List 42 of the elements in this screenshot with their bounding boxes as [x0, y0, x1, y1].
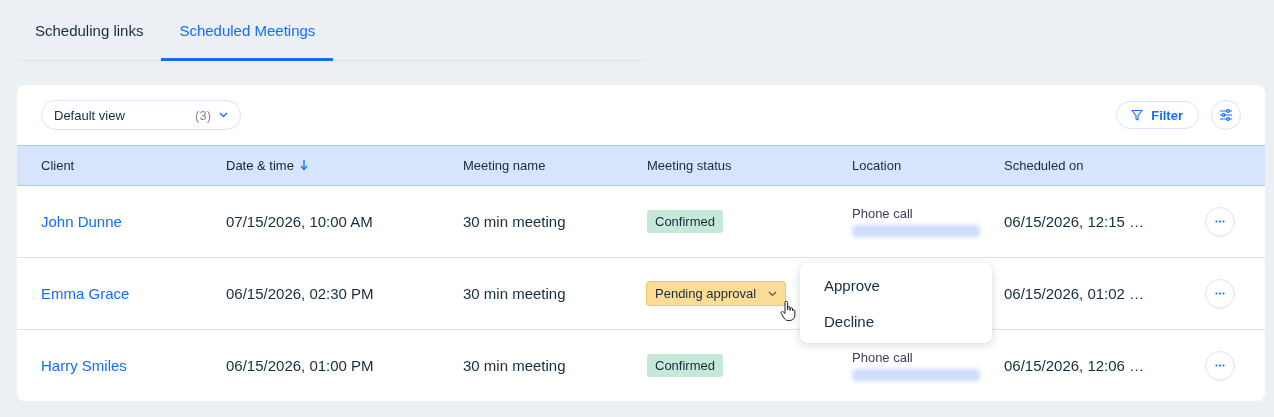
- table-cell: 07/15/2026, 10:00 AM: [226, 213, 373, 230]
- chevron-down-icon: [768, 290, 778, 297]
- table-cell: 06/15/2026, 01:02 …: [1004, 285, 1145, 302]
- table-cell: 30 min meeting: [463, 357, 566, 374]
- filter-icon: [1131, 109, 1144, 121]
- location-label: Phone call: [852, 350, 913, 365]
- column-header[interactable]: Scheduled on: [1004, 158, 1084, 173]
- column-header[interactable]: Client: [41, 158, 75, 173]
- column-header[interactable]: Location: [852, 158, 902, 173]
- status-badge[interactable]: Pending approval: [647, 282, 786, 305]
- menu-item[interactable]: Decline: [800, 303, 992, 339]
- filter-button[interactable]: Filter: [1116, 101, 1199, 129]
- table-cell: 06/15/2026, 12:15 …: [1004, 213, 1145, 230]
- table-cell: 06/15/2026, 12:06 …: [1004, 357, 1145, 374]
- more-actions-button[interactable]: [1205, 206, 1235, 237]
- status-badge[interactable]: Confirmed: [647, 354, 723, 377]
- table-cell: 06/15/2026, 01:00 PM: [226, 357, 374, 374]
- column-header[interactable]: Meeting name: [463, 158, 546, 173]
- more-icon: [1215, 364, 1225, 367]
- more-actions-button[interactable]: [1205, 278, 1235, 309]
- status-badge[interactable]: Confirmed: [647, 210, 723, 233]
- column-header[interactable]: Date & time: [226, 158, 294, 173]
- more-icon: [1215, 292, 1225, 295]
- hand-cursor-icon: [780, 300, 796, 322]
- view-dropdown[interactable]: Default view (3): [41, 100, 241, 130]
- tab[interactable]: Scheduling links: [17, 0, 162, 61]
- table-cell: 30 min meeting: [463, 213, 566, 230]
- table-cell: 06/15/2026, 02:30 PM: [226, 285, 374, 302]
- sliders-icon: [1219, 109, 1233, 121]
- more-icon: [1215, 220, 1225, 223]
- chevron-down-icon: [219, 112, 228, 118]
- settings-button[interactable]: [1211, 100, 1241, 130]
- menu-item[interactable]: Approve: [800, 267, 992, 303]
- client-link[interactable]: Harry Smiles: [41, 357, 127, 374]
- tab[interactable]: Scheduled Meetings: [161, 0, 334, 61]
- table-cell: 30 min meeting: [463, 285, 566, 302]
- column-header[interactable]: Meeting status: [647, 158, 732, 173]
- location-label: Phone call: [852, 206, 913, 221]
- more-actions-button[interactable]: [1205, 350, 1235, 381]
- sort-arrow-icon[interactable]: [299, 160, 308, 171]
- client-link[interactable]: Emma Grace: [41, 285, 130, 302]
- client-link[interactable]: John Dunne: [41, 213, 122, 230]
